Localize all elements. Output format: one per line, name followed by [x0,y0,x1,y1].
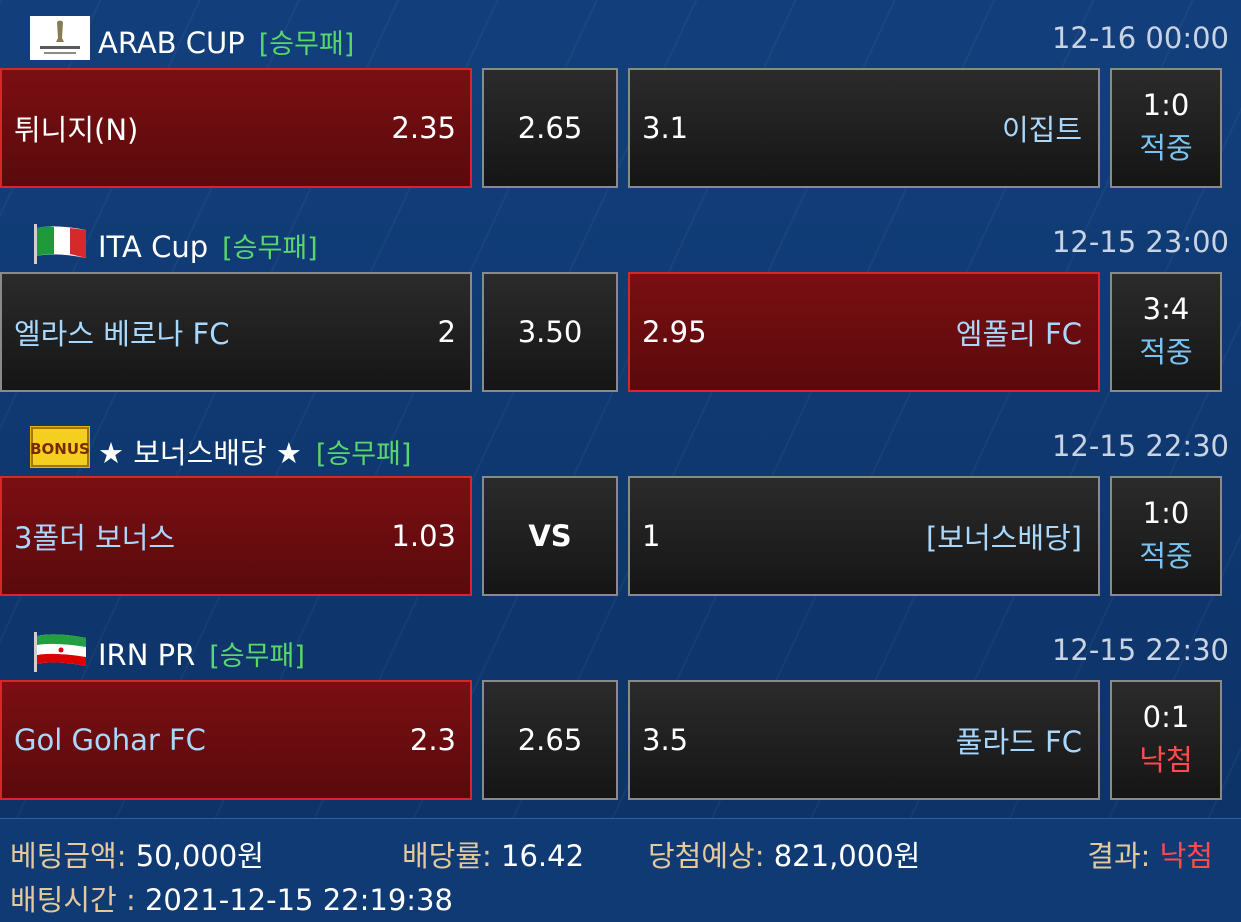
result-label: 적중 [1139,131,1193,165]
match-time: 12-15 22:30 [1051,429,1229,463]
draw-odds-button[interactable]: 3.50 [482,272,618,392]
bet-result: 결과: 낙첨 [1087,839,1213,873]
league-header: ARAB CUP [승무패] 12-16 00:00 [0,4,1241,64]
result-label: 적중 [1139,335,1193,369]
away-team-name: 이집트 [1001,113,1082,147]
bonus-badge-icon: BONUS [30,426,90,468]
draw-odds: 3.50 [517,315,583,349]
arab-cup-logo-icon [30,16,90,60]
total-odds: 배당률: 16.42 [402,839,585,873]
result-label: 낙첨 [1139,743,1193,777]
league-name: IRN PR [승무패] [98,638,305,672]
result-box: 3:4 적중 [1110,272,1222,392]
iran-flag-icon [34,632,86,672]
bet-time: 배팅시간 : 2021-12-15 22:19:38 [10,883,453,917]
home-odds: 2.3 [409,723,456,757]
league-name: ★ 보너스배당 ★ [승무패] [98,436,412,470]
away-odds-button[interactable]: 2.95 엠폴리 FC [628,272,1100,392]
result-box: 0:1 낙첨 [1110,680,1222,800]
home-team-name: Gol Gohar FC [14,723,206,757]
draw-odds-button[interactable]: VS [482,476,618,596]
bet-summary-footer: 베팅금액: 50,000원 배당률: 16.42 당첨예상: 821,000원 … [0,818,1241,922]
away-odds-button[interactable]: 3.1 이집트 [628,68,1100,188]
home-team-name: 튀니지(N) [14,113,139,147]
result-box: 1:0 적중 [1110,68,1222,188]
away-odds-button[interactable]: 1 [보너스배당] [628,476,1100,596]
result-label: 적중 [1139,539,1193,573]
match-score: 3:4 [1142,292,1190,326]
away-odds: 3.1 [642,111,689,145]
match-score: 1:0 [1142,88,1190,122]
expected-payout: 당첨예상: 821,000원 [648,839,921,873]
draw-odds: 2.65 [517,111,583,145]
away-odds: 1 [642,519,661,553]
home-odds: 2.35 [391,111,456,145]
match-score: 0:1 [1142,700,1190,734]
home-odds: 2 [437,315,456,349]
home-odds-button[interactable]: 3폴더 보너스 1.03 [0,476,472,596]
home-odds-button[interactable]: 튀니지(N) 2.35 [0,68,472,188]
league-name: ITA Cup [승무패] [98,230,318,264]
home-team-name: 엘라스 베로나 FC [14,317,230,351]
away-odds-button[interactable]: 3.5 풀라드 FC [628,680,1100,800]
away-team-name: 엠폴리 FC [955,317,1082,351]
league-header: IRN PR [승무패] 12-15 22:30 [0,616,1241,676]
match-score: 1:0 [1142,496,1190,530]
home-odds-button[interactable]: 엘라스 베로나 FC 2 [0,272,472,392]
away-team-name: 풀라드 FC [955,725,1082,759]
league-header: ITA Cup [승무패] 12-15 23:00 [0,208,1241,268]
draw-odds-button[interactable]: 2.65 [482,68,618,188]
away-team-name: [보너스배당] [925,521,1082,555]
italy-flag-icon [34,224,86,264]
away-odds: 2.95 [642,315,707,349]
away-odds: 3.5 [642,723,689,757]
match-time: 12-15 22:30 [1051,633,1229,667]
home-team-name: 3폴더 보너스 [14,521,176,555]
match-time: 12-16 00:00 [1051,21,1229,55]
league-header: BONUS ★ 보너스배당 ★ [승무패] 12-15 22:30 [0,412,1241,472]
home-odds-button[interactable]: Gol Gohar FC 2.3 [0,680,472,800]
league-name: ARAB CUP [승무패] [98,26,355,60]
match-time: 12-15 23:00 [1051,225,1229,259]
home-odds: 1.03 [391,519,456,553]
draw-odds: 2.65 [517,723,583,757]
vs-label: VS [528,519,572,553]
result-box: 1:0 적중 [1110,476,1222,596]
draw-odds-button[interactable]: 2.65 [482,680,618,800]
bet-amount: 베팅금액: 50,000원 [10,839,264,873]
svg-text:BONUS: BONUS [30,440,90,458]
